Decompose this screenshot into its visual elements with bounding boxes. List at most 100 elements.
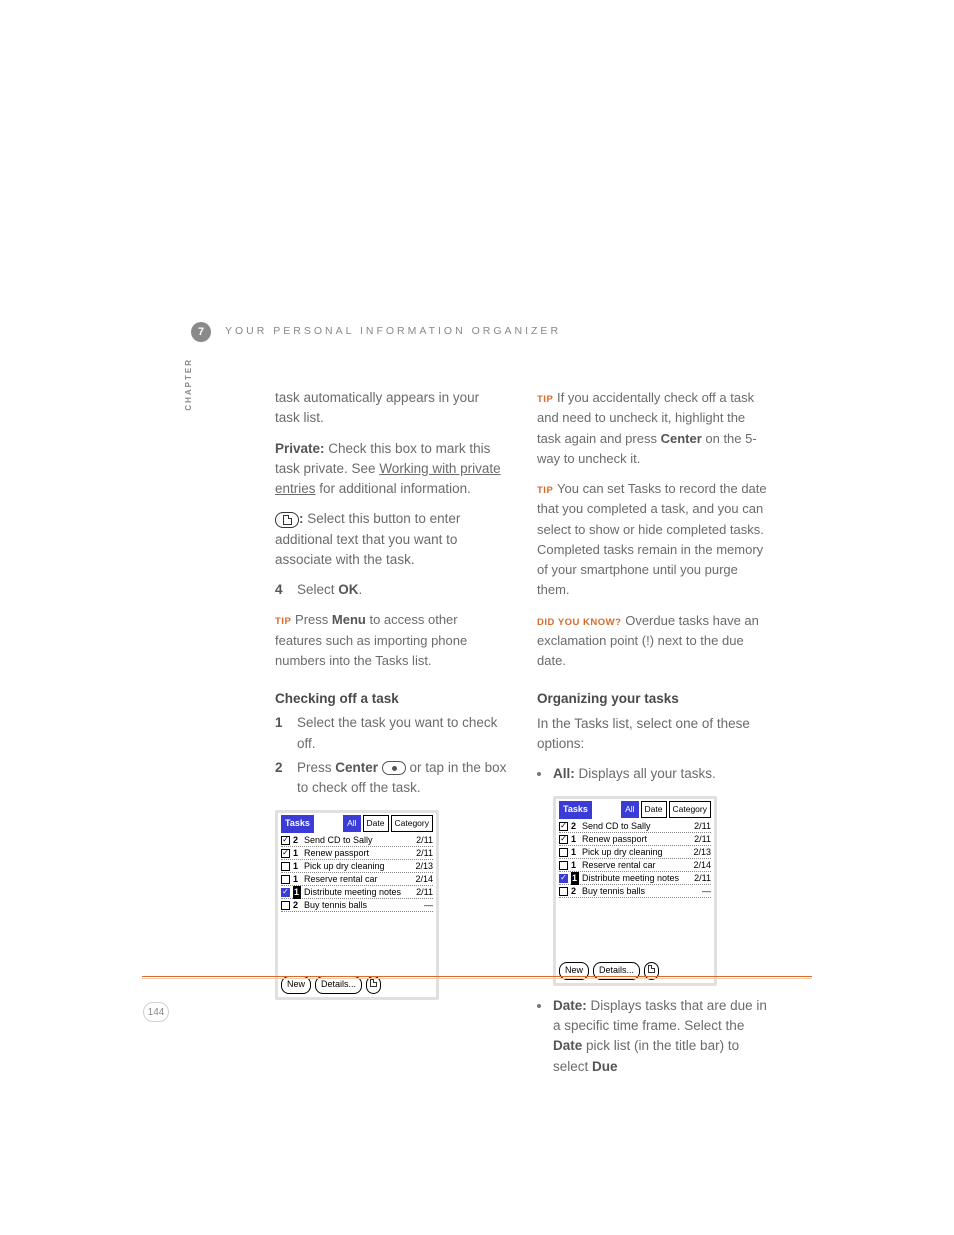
task-checkbox[interactable] [559, 887, 568, 896]
task-row[interactable]: ✓2Send CD to Sally2/11 [559, 820, 711, 833]
task-row[interactable]: 1Reserve rental car2/14 [559, 859, 711, 872]
step-2: 2 Press Center or tap in the box to chec… [275, 758, 507, 799]
task-name: Distribute meeting notes [304, 886, 406, 900]
task-row[interactable]: ✓1Distribute meeting notes2/11 [281, 886, 433, 899]
task-checkbox[interactable] [281, 862, 290, 871]
content-columns: task automatically appears in your task … [275, 388, 775, 1077]
note-icon [275, 512, 299, 528]
intro-continuation: task automatically appears in your task … [275, 388, 507, 429]
bullet-icon [537, 772, 541, 776]
task-priority: 1 [571, 846, 579, 860]
task-priority: 1 [293, 860, 301, 874]
step-1: 1 Select the task you want to check off. [275, 713, 507, 754]
task-checkbox[interactable] [281, 901, 290, 910]
task-priority: 1 [571, 872, 579, 886]
organizing-intro: In the Tasks list, select one of these o… [537, 714, 769, 755]
task-date: 2/11 [687, 872, 711, 886]
step-number: 4 [275, 580, 287, 600]
tip-label: TIP [275, 616, 291, 627]
task-date: 2/11 [687, 833, 711, 847]
tip-label: TIP [537, 485, 553, 496]
task-checkbox[interactable]: ✓ [559, 835, 568, 844]
bullet-date: Date: Displays tasks that are due in a s… [537, 996, 769, 1077]
task-date: — [409, 899, 433, 913]
task-row[interactable]: ✓1Renew passport2/11 [559, 833, 711, 846]
task-priority: 1 [571, 833, 579, 847]
task-priority: 1 [571, 859, 579, 873]
task-checkbox[interactable]: ✓ [281, 888, 290, 897]
task-row[interactable]: ✓1Renew passport2/11 [281, 847, 433, 860]
step-number: 2 [275, 758, 287, 799]
details-button[interactable]: Details... [315, 976, 362, 994]
task-checkbox[interactable]: ✓ [281, 836, 290, 845]
private-paragraph: Private: Check this box to mark this tas… [275, 439, 507, 500]
task-name: Reserve rental car [582, 859, 684, 873]
task-name: Buy tennis balls [582, 885, 684, 899]
pick-date[interactable]: Date [641, 801, 667, 818]
task-date: 2/11 [409, 834, 433, 848]
step-4: 4 Select OK. [275, 580, 507, 600]
pick-date[interactable]: Date [363, 815, 389, 832]
tasks-title: Tasks [559, 801, 592, 819]
task-priority: 2 [293, 834, 301, 848]
task-row[interactable]: 2Buy tennis balls— [281, 899, 433, 912]
task-name: Send CD to Sally [582, 820, 684, 834]
dyk-label: DID YOU KNOW? [537, 617, 621, 628]
task-date: 2/14 [687, 859, 711, 873]
tasks-title: Tasks [281, 815, 314, 833]
pick-category[interactable]: Category [391, 815, 434, 832]
step-number: 1 [275, 713, 287, 754]
task-row[interactable]: ✓2Send CD to Sally2/11 [281, 834, 433, 847]
task-row[interactable]: 1Pick up dry cleaning2/13 [559, 846, 711, 859]
pick-category[interactable]: Category [669, 801, 712, 818]
checking-off-heading: Checking off a task [275, 689, 507, 709]
task-name: Pick up dry cleaning [304, 860, 406, 874]
task-date: 2/13 [687, 846, 711, 860]
column-right: TIP If you accidentally check off a task… [537, 388, 769, 1077]
chapter-number-badge: 7 [191, 322, 211, 342]
task-checkbox[interactable] [559, 848, 568, 857]
pick-all[interactable]: All [621, 801, 638, 818]
center-button-icon [382, 761, 406, 775]
task-date: 2/13 [409, 860, 433, 874]
header-subtitle: YOUR PERSONAL INFORMATION ORGANIZER [225, 324, 561, 340]
private-label: Private: [275, 441, 325, 456]
bottom-rule [142, 976, 812, 977]
tip-label: TIP [537, 394, 553, 405]
did-you-know: DID YOU KNOW? Overdue tasks have an excl… [537, 611, 769, 672]
new-button[interactable]: New [281, 976, 311, 994]
pick-all[interactable]: All [343, 815, 360, 832]
task-priority: 2 [571, 820, 579, 834]
task-checkbox[interactable]: ✓ [559, 874, 568, 883]
task-name: Reserve rental car [304, 873, 406, 887]
task-date: 2/11 [409, 886, 433, 900]
task-name: Send CD to Sally [304, 834, 406, 848]
note-button[interactable] [644, 962, 659, 980]
task-checkbox[interactable] [281, 875, 290, 884]
task-priority: 1 [293, 847, 301, 861]
page-header: 7 YOUR PERSONAL INFORMATION ORGANIZER [191, 322, 561, 342]
task-checkbox[interactable] [559, 861, 568, 870]
task-name: Renew passport [582, 833, 684, 847]
bullet-all: All: Displays all your tasks. [537, 764, 769, 784]
details-button[interactable]: Details... [593, 962, 640, 980]
note-button[interactable] [366, 976, 381, 994]
task-date: — [687, 885, 711, 899]
new-button[interactable]: New [559, 962, 589, 980]
note-button-paragraph: : Select this button to enter additional… [275, 509, 507, 570]
task-priority: 2 [571, 885, 579, 899]
task-row[interactable]: 1Reserve rental car2/14 [281, 873, 433, 886]
task-row[interactable]: 1Pick up dry cleaning2/13 [281, 860, 433, 873]
chapter-label: CHAPTER [183, 358, 195, 411]
task-row[interactable]: 2Buy tennis balls— [559, 885, 711, 898]
organizing-heading: Organizing your tasks [537, 689, 769, 709]
task-date: 2/11 [687, 820, 711, 834]
tasks-app-screenshot-2: TasksAllDateCategory✓2Send CD to Sally2/… [553, 796, 717, 986]
tip-record-date: TIP You can set Tasks to record the date… [537, 479, 769, 601]
task-name: Renew passport [304, 847, 406, 861]
task-checkbox[interactable]: ✓ [559, 822, 568, 831]
task-row[interactable]: ✓1Distribute meeting notes2/11 [559, 872, 711, 885]
task-name: Distribute meeting notes [582, 872, 684, 886]
bullet-icon [537, 1004, 541, 1008]
task-checkbox[interactable]: ✓ [281, 849, 290, 858]
